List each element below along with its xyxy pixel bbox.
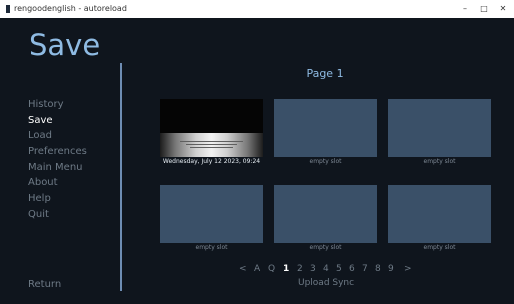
menu-item-about[interactable]: About [28,177,58,189]
screen-title: Save [29,28,101,62]
upload-sync-button[interactable]: Upload Sync [298,278,354,289]
maximize-button[interactable]: □ [477,2,491,16]
save-slot-4[interactable] [160,185,263,243]
slot-caption-6: empty slot [423,244,456,251]
thumbnail-text-line [180,141,243,142]
return-button[interactable]: Return [28,279,61,291]
menu-item-main-menu[interactable]: Main Menu [28,162,83,174]
menu-item-history[interactable]: History [28,99,64,111]
slot-caption-1: Wednesday, July 12 2023, 09:24 [162,158,261,165]
menu-item-quit[interactable]: Quit [28,209,49,221]
pager-page-9[interactable]: 9 [388,264,394,275]
close-button[interactable]: ✕ [496,2,510,16]
slot-caption-3: empty slot [423,158,456,165]
game-window: Save History Save Load Preferences Main … [0,18,514,304]
slot-caption-4: empty slot [195,244,228,251]
app-icon [6,5,10,13]
save-slot-3[interactable] [388,99,491,157]
pager-page-8[interactable]: 8 [375,264,381,275]
thumbnail-text-line [190,147,233,148]
menu-item-load[interactable]: Load [28,130,52,142]
menu-divider [120,63,122,291]
pager-page-7[interactable]: 7 [362,264,368,275]
pager-next[interactable]: > [404,264,412,275]
save-slot-2[interactable] [274,99,377,157]
pager-page-1[interactable]: 1 [283,264,289,275]
pager-page-6[interactable]: 6 [349,264,355,275]
pager-auto[interactable]: A [254,264,260,275]
slot-caption-2: empty slot [309,158,342,165]
minimize-button[interactable]: – [458,2,472,16]
slot-thumbnail [160,133,263,157]
menu-item-preferences[interactable]: Preferences [28,146,87,158]
menu-item-help[interactable]: Help [28,193,51,205]
slot-caption-5: empty slot [309,244,342,251]
pager-page-4[interactable]: 4 [323,264,329,275]
page-label[interactable]: Page 1 [290,67,360,80]
window-titlebar: rengoodenglish - autoreload – □ ✕ [0,0,514,19]
menu-item-save[interactable]: Save [28,115,53,127]
save-slot-5[interactable] [274,185,377,243]
pager-page-3[interactable]: 3 [310,264,316,275]
pager-prev[interactable]: < [239,264,247,275]
pager-quick[interactable]: Q [268,264,275,275]
save-slot-1[interactable] [160,99,263,157]
window-title: rengoodenglish - autoreload [14,4,127,13]
save-slot-6[interactable] [388,185,491,243]
thumbnail-text-line [186,144,237,145]
pager-page-2[interactable]: 2 [297,264,303,275]
pager-page-5[interactable]: 5 [336,264,342,275]
